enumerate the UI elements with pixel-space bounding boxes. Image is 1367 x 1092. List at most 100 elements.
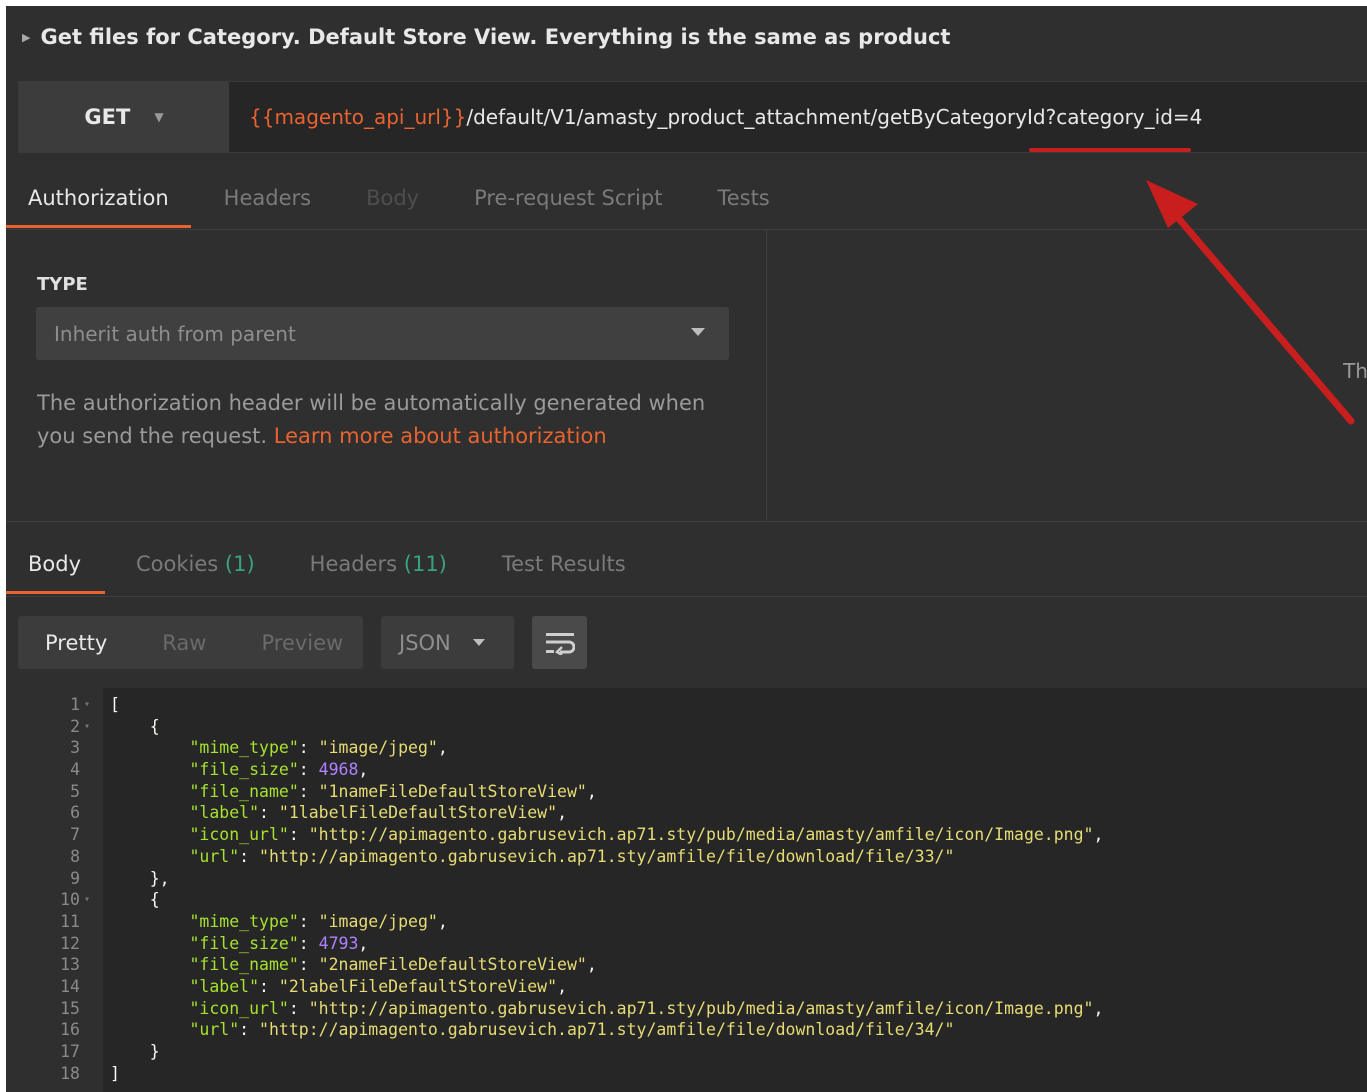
fold-toggle-icon [80, 781, 96, 803]
response-tab-body[interactable]: Body [28, 552, 81, 576]
code-text: "file_size": 4968, [189, 760, 369, 780]
code-line: 10 ▾ { [20, 889, 1367, 911]
fold-toggle-icon [80, 976, 96, 998]
response-tab-label: Body [28, 552, 82, 576]
line-number: 15 [60, 998, 80, 1018]
fold-toggle-icon[interactable]: ▾ [80, 716, 96, 738]
chevron-down-icon [691, 328, 705, 336]
code-line: 2 ▾ { [20, 716, 1367, 738]
view-mode-pretty[interactable]: Pretty [45, 631, 107, 655]
tab-tests[interactable]: Tests [717, 186, 769, 210]
code-line: 6 "label": "1labelFileDefaultStoreView", [20, 802, 1367, 824]
code-text: "url": "http://apimagento.gabrusevich.ap… [189, 1020, 955, 1040]
code-line: 15 "icon_url": "http://apimagento.gabrus… [20, 998, 1367, 1020]
view-mode-preview[interactable]: Preview [261, 631, 343, 655]
response-tabs: Body Cookies (1) Headers (11) Test Results [6, 544, 1367, 584]
line-number: 17 [60, 1042, 80, 1061]
code-text: "file_size": 4793, [189, 933, 369, 953]
code-text: [ [110, 695, 120, 714]
fold-toggle-icon [80, 759, 96, 781]
url-input[interactable]: {{magento_api_url}}/default/V1/amasty_pr… [249, 82, 1202, 152]
fold-toggle-icon [80, 1041, 96, 1063]
line-number: 16 [60, 1020, 80, 1040]
auth-type-value: Inherit auth from parent [54, 321, 296, 346]
line-number: 1 [70, 695, 80, 714]
auth-type-label: TYPE [37, 274, 88, 295]
line-number: 9 [70, 868, 80, 888]
expand-caret-icon[interactable]: ▶ [22, 31, 30, 44]
auth-panel: TYPE Inherit auth from parent The author… [6, 230, 766, 521]
view-mode-group: Pretty Raw Preview [18, 616, 363, 669]
code-text: { [110, 890, 160, 910]
line-number: 12 [60, 933, 80, 953]
code-line: 13 "file_name": "2nameFileDefaultStoreVi… [20, 954, 1367, 976]
annotation-arrow [1146, 180, 1355, 425]
request-title-row[interactable]: ▶ Get files for Category. Default Store … [6, 6, 1367, 68]
url-bar: GET ▼ {{magento_api_url}}/default/V1/ama… [18, 81, 1367, 153]
auth-type-select[interactable]: Inherit auth from parent [36, 307, 729, 360]
line-number: 2 [70, 716, 80, 736]
code-text: "url": "http://apimagento.gabrusevich.ap… [189, 846, 955, 866]
url-path: /default/V1/amasty_product_attachment/ge… [466, 105, 1203, 129]
url-environment-variable: {{magento_api_url}} [249, 105, 467, 129]
code-line: 16 "url": "http://apimagento.gabrusevich… [20, 1019, 1367, 1041]
line-number: 13 [60, 955, 80, 975]
line-number: 11 [60, 911, 80, 931]
tab-headers[interactable]: Headers [224, 186, 311, 210]
line-number: 14 [60, 976, 80, 996]
code-line: 4 "file_size": 4968, [20, 759, 1367, 781]
code-text: ] [110, 1063, 120, 1083]
response-tab-label: Test Results [501, 552, 626, 576]
code-text: "file_name": "2nameFileDefaultStoreView"… [189, 955, 597, 975]
active-response-tab-indicator [6, 591, 105, 594]
response-tab-cookies[interactable]: Cookies (1) [136, 552, 255, 576]
active-tab-indicator [6, 225, 191, 228]
code-text: "icon_url": "http://apimagento.gabrusevi… [189, 998, 1104, 1018]
method-select[interactable]: GET ▼ [19, 82, 229, 152]
fold-toggle-icon [80, 868, 96, 890]
format-select[interactable]: JSON [381, 616, 514, 669]
divider [6, 596, 1367, 597]
response-tab-count: (11) [403, 552, 447, 576]
code-text: "icon_url": "http://apimagento.gabrusevi… [189, 825, 1104, 845]
learn-more-link[interactable]: Learn more about authorization [274, 424, 607, 448]
line-number: 3 [70, 738, 80, 758]
request-title: Get files for Category. Default Store Vi… [40, 25, 951, 49]
line-number: 18 [60, 1063, 80, 1083]
code-line: 5 "file_name": "1nameFileDefaultStoreVie… [20, 781, 1367, 803]
response-tab-test-results[interactable]: Test Results [502, 552, 626, 576]
response-tab-count: (1) [224, 552, 255, 576]
code-line: 7 "icon_url": "http://apimagento.gabruse… [20, 824, 1367, 846]
code-line: 3 "mime_type": "image/jpeg", [20, 737, 1367, 759]
code-text: } [110, 1042, 160, 1061]
fold-toggle-icon [80, 933, 96, 955]
line-number: 5 [70, 781, 80, 801]
method-label: GET [84, 105, 131, 129]
postman-window: ▶ Get files for Category. Default Store … [6, 6, 1367, 1092]
response-tab-label: Cookies [136, 552, 219, 576]
view-mode-raw[interactable]: Raw [162, 631, 206, 655]
tab-body[interactable]: Body [366, 186, 419, 210]
fold-toggle-icon [80, 737, 96, 759]
fold-toggle-icon [80, 1063, 96, 1085]
line-number: 10 [60, 890, 80, 910]
wrap-lines-icon [545, 632, 575, 655]
fold-toggle-icon [80, 954, 96, 976]
line-number: 7 [70, 825, 80, 845]
response-body-editor[interactable]: 1 ▾[2 ▾ {3 "mime_type": "image/jpeg", 4 "fi… [20, 688, 1367, 1092]
response-toolbar: Pretty Raw Preview JSON [18, 616, 587, 669]
code-line: 12 "file_size": 4793, [20, 933, 1367, 955]
line-number: 8 [70, 846, 80, 866]
wrap-lines-button[interactable] [532, 616, 587, 669]
tab-authorization[interactable]: Authorization [28, 186, 169, 210]
code-line: 1 ▾ [ [20, 694, 1367, 716]
tab-pre-request-script[interactable]: Pre-request Script [474, 186, 662, 210]
code-lines: 1 ▾[2 ▾ {3 "mime_type": "image/jpeg", 4 "fi… [20, 694, 1367, 1084]
code-line: 9 }, [20, 868, 1367, 890]
line-number: 4 [70, 760, 80, 780]
response-tab-headers[interactable]: Headers (11) [310, 552, 447, 576]
fold-toggle-icon[interactable]: ▾ [80, 694, 96, 716]
annotation-underline [1029, 148, 1191, 152]
fold-toggle-icon[interactable]: ▾ [80, 889, 96, 911]
response-tab-label: Headers [309, 552, 398, 576]
